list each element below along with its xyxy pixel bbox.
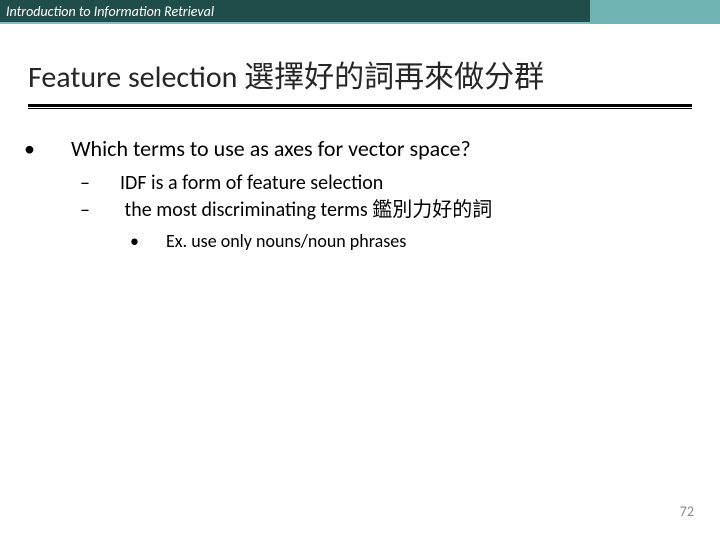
bullet-l2b-text: the most discriminating terms 鑑別力好的詞 [125, 198, 493, 222]
bullet-list-level1: Which terms to use as axes for vector sp… [50, 135, 670, 253]
header-accent-block [590, 0, 720, 24]
bullet-l2-item: IDF is a form of feature selection [100, 170, 670, 197]
slide-title: Feature selection 選擇好的詞再來做分群 [28, 52, 692, 102]
bullet-l2a-text: IDF is a form of feature selection [120, 171, 383, 195]
header-bar: Introduction to Information Retrieval [0, 0, 720, 24]
page-number: 72 [680, 503, 694, 520]
bullet-l1-text: Which terms to use as axes for vector sp… [71, 135, 471, 162]
title-area: Feature selection 選擇好的詞再來做分群 [0, 24, 720, 117]
bullet-list-level2: IDF is a form of feature selection the m… [100, 170, 670, 253]
bullet-list-level3: Ex. use only nouns/noun phrases [148, 230, 670, 253]
header-course-title: Introduction to Information Retrieval [6, 3, 214, 20]
slide-content: Which terms to use as axes for vector sp… [0, 117, 720, 253]
title-divider [28, 104, 692, 109]
bullet-l3-item: Ex. use only nouns/noun phrases [148, 230, 670, 253]
bullet-l2-item: the most discriminating terms 鑑別力好的詞 Ex.… [100, 197, 670, 253]
bullet-l1-item: Which terms to use as axes for vector sp… [50, 135, 670, 253]
bullet-l3-text: Ex. use only nouns/noun phrases [166, 230, 406, 252]
